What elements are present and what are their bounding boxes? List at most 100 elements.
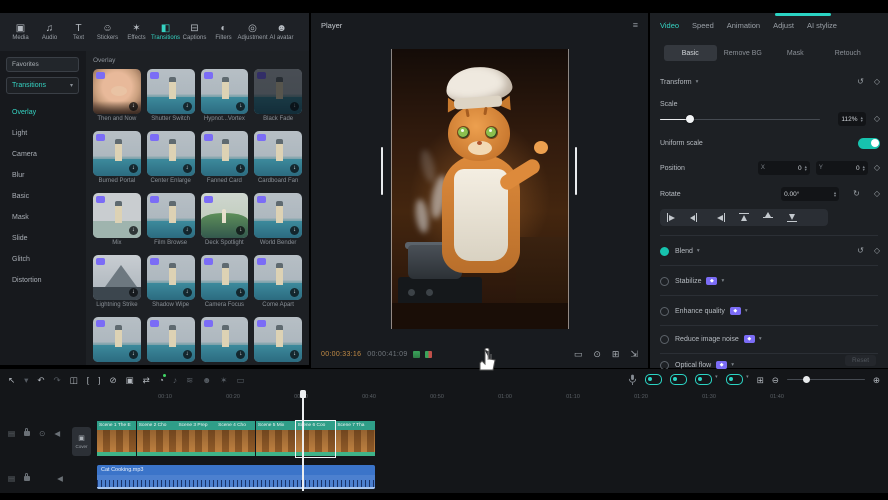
chevron-down-icon[interactable]: ▾ <box>697 248 700 254</box>
inspector-subtab[interactable]: Remove BG <box>717 45 770 61</box>
download-icon[interactable]: ↓ <box>290 226 299 235</box>
mute-track-icon[interactable]: ◀ <box>57 474 63 483</box>
voice-icon[interactable]: ≋ <box>186 375 193 385</box>
hide-track-icon[interactable]: ⊙ <box>39 429 45 438</box>
reset-icon[interactable]: ↺ <box>857 246 864 256</box>
trim-left-icon[interactable]: [ <box>87 375 89 385</box>
align-right-icon[interactable] <box>714 212 726 223</box>
transition-item[interactable]: ↓ Shutter Switch <box>147 69 195 128</box>
toolbar-item[interactable]: ☻ AI avatar <box>267 23 296 41</box>
auto-ripple-icon[interactable] <box>726 374 743 385</box>
keyframe-icon[interactable]: ◇ <box>874 77 880 87</box>
toolbar-item[interactable]: ⊟ Captions <box>180 23 209 41</box>
transition-item[interactable]: ↓ <box>147 317 195 365</box>
sidebar-item[interactable]: Distortion <box>6 270 79 291</box>
download-icon[interactable]: ↓ <box>129 102 138 111</box>
transition-item[interactable]: ↓ Hypnot...Vortex <box>201 69 249 128</box>
link-clips-icon[interactable] <box>670 374 687 385</box>
preview-mode-icon[interactable] <box>425 351 432 358</box>
align-bottom-icon[interactable] <box>786 212 798 223</box>
mirror-icon[interactable]: ⇄ <box>143 375 150 385</box>
sidebar-item[interactable]: Overlay <box>6 102 79 123</box>
undo-icon[interactable]: ↶ <box>37 375 44 385</box>
toolbar-item[interactable]: ◎ Adjustment <box>238 23 267 41</box>
toolbar-item[interactable]: ☺ Stickers <box>93 23 122 41</box>
slider-handle[interactable] <box>686 115 694 123</box>
sidebar-item[interactable]: Blur <box>6 165 79 186</box>
position-y-box[interactable]: Y 0 ▴▾ <box>816 161 868 175</box>
transition-item[interactable]: ↓ <box>254 317 302 365</box>
display-mode-icon[interactable]: ⊞ <box>612 349 620 360</box>
chevron-down-icon[interactable]: ▾ <box>745 308 748 314</box>
toolbar-item[interactable]: T Text <box>64 23 93 41</box>
download-icon[interactable]: ↓ <box>129 226 138 235</box>
snapshot-icon[interactable]: ⊙ <box>593 349 601 360</box>
download-icon[interactable]: ↓ <box>290 164 299 173</box>
trim-right-icon[interactable]: ] <box>98 375 100 385</box>
keyframe-icon[interactable]: ◇ <box>874 246 880 256</box>
inspector-tab[interactable]: Speed <box>692 21 714 30</box>
zoom-out-icon[interactable]: ⊖ <box>772 375 779 385</box>
sidebar-item[interactable]: Glitch <box>6 249 79 270</box>
mic-icon[interactable] <box>628 374 637 386</box>
chevron-down-icon[interactable]: ▾ <box>721 278 724 284</box>
transition-item[interactable]: ↓ Deck Spotlight <box>201 193 249 252</box>
favorites-button[interactable]: Favorites <box>6 57 79 72</box>
transition-item[interactable]: ↓ Fanned Card <box>201 131 249 190</box>
sidebar-item[interactable]: Slide <box>6 228 79 249</box>
uniform-scale-toggle[interactable] <box>858 138 880 149</box>
scale-stepper[interactable]: ▴ ▾ <box>861 116 863 123</box>
chevron-down-icon[interactable]: ▾ <box>731 362 734 368</box>
transition-item[interactable]: ↓ Black Fade <box>254 69 302 128</box>
category-dropdown[interactable]: Transitions ▾ <box>6 77 79 94</box>
quality-toggle-icon[interactable] <box>413 351 420 358</box>
download-icon[interactable]: ↓ <box>183 226 192 235</box>
lock-icon[interactable] <box>24 431 30 436</box>
video-clip[interactable]: Scene 1 The E <box>97 421 136 457</box>
sidebar-item[interactable]: Camera <box>6 144 79 165</box>
crop-handle-left[interactable] <box>381 147 383 195</box>
step-down-icon[interactable]: ▾ <box>861 119 863 123</box>
cover-button[interactable]: ▣ Cover <box>72 427 91 456</box>
download-icon[interactable]: ↓ <box>183 164 192 173</box>
rotate-dial-icon[interactable]: ↻ <box>853 189 860 199</box>
preview-grid-icon[interactable]: ⊞ <box>757 375 764 385</box>
screen-icon[interactable]: ▭ <box>236 375 244 385</box>
playhead[interactable] <box>302 390 304 491</box>
redo-icon[interactable]: ↷ <box>54 375 61 385</box>
download-icon[interactable]: ↓ <box>129 350 138 359</box>
inspector-tab[interactable]: Adjust <box>773 21 794 30</box>
sidebar-item[interactable]: Basic <box>6 186 79 207</box>
chevron-down-icon[interactable]: ▾ <box>696 79 699 85</box>
timeline-zoom-slider[interactable] <box>787 379 865 381</box>
timeline-ruler[interactable]: 00:1000:2000:3000:4000:5001:0001:1001:20… <box>0 390 888 404</box>
align-top-icon[interactable] <box>738 212 750 223</box>
reset-button[interactable]: Reset <box>845 355 876 366</box>
toolbar-item[interactable]: ♫ Audio <box>35 23 64 41</box>
download-icon[interactable]: ↓ <box>129 288 138 297</box>
stabilize-checkbox[interactable] <box>660 277 669 286</box>
toolbar-item[interactable]: ◧ Transitions <box>151 23 180 41</box>
snap-magnet-icon[interactable] <box>645 374 662 385</box>
download-icon[interactable]: ↓ <box>183 288 192 297</box>
audio-clip[interactable]: Cat Cooking.mp3 <box>97 465 375 489</box>
playhead-handle[interactable] <box>300 390 306 398</box>
chevron-down-icon[interactable]: ▾ <box>759 336 762 342</box>
transition-item[interactable]: ↓ Film Browse <box>147 193 195 252</box>
download-icon[interactable]: ↓ <box>183 102 192 111</box>
transition-item[interactable]: ↓ Come Apart <box>254 255 302 314</box>
transition-item[interactable]: ↓ Mix <box>93 193 141 252</box>
transition-item[interactable]: ↓ Shadow Wipe <box>147 255 195 314</box>
preview-axis-icon[interactable] <box>695 374 712 385</box>
blend-checkbox[interactable] <box>660 247 669 256</box>
select-caret-icon[interactable]: ▾ <box>24 375 28 385</box>
enhance-quality-checkbox[interactable] <box>660 307 669 316</box>
zoom-in-icon[interactable]: ⊕ <box>873 375 880 385</box>
toolbar-item[interactable]: ◐ Filters <box>209 23 238 41</box>
select-tool-icon[interactable]: ↖ <box>8 375 15 385</box>
transition-item[interactable]: ↓ Then and Now <box>93 69 141 128</box>
fullscreen-icon[interactable]: ⇲ <box>630 349 638 360</box>
sidebar-item[interactable]: Light <box>6 123 79 144</box>
inspector-subtab[interactable]: Basic <box>664 45 717 61</box>
download-icon[interactable]: ↓ <box>183 350 192 359</box>
